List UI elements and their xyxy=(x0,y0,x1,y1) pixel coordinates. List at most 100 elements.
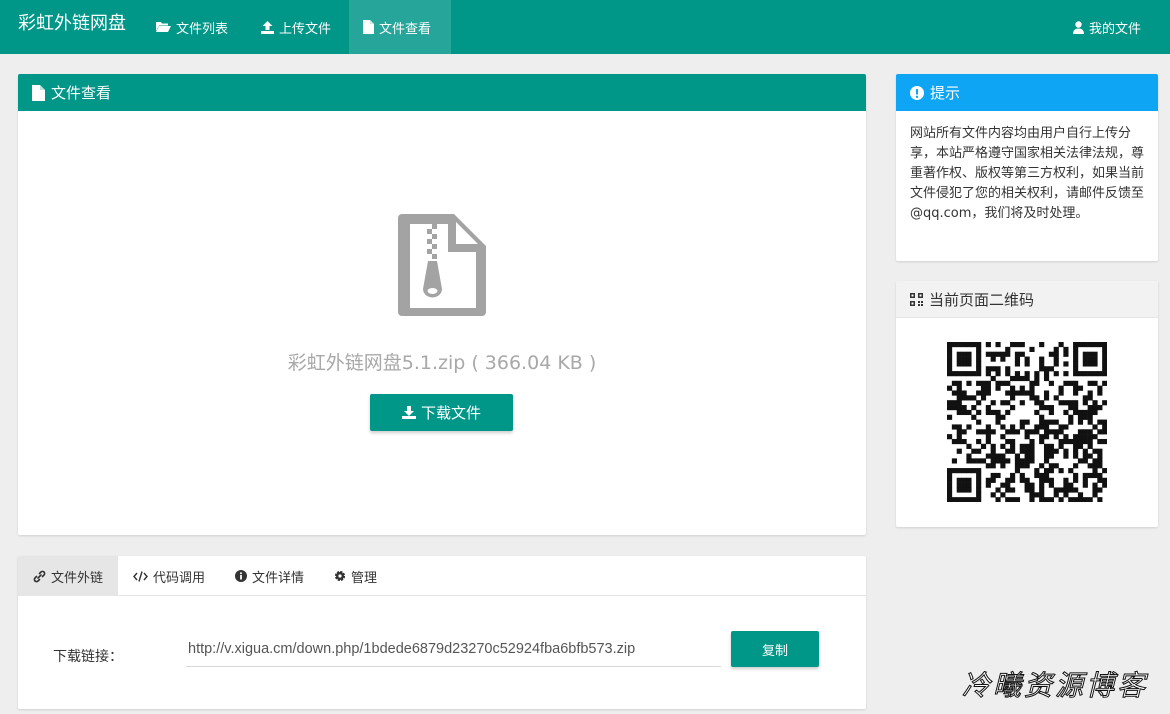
qr-module xyxy=(961,477,967,483)
nav-upload[interactable]: 上传文件 xyxy=(247,0,345,54)
qr-module xyxy=(966,453,972,459)
qr-module xyxy=(1010,375,1016,382)
qr-module xyxy=(1000,434,1006,440)
qr-module xyxy=(976,468,982,474)
qr-module xyxy=(1034,371,1040,377)
qr-module xyxy=(976,380,982,386)
qr-module xyxy=(961,351,967,357)
qr-module xyxy=(990,463,996,469)
download-button[interactable]: 下载文件 xyxy=(370,394,513,431)
tab-code-embed[interactable]: 代码调用 xyxy=(118,556,220,596)
qr-module xyxy=(1019,477,1025,483)
qr-module xyxy=(1082,361,1088,367)
qr-module xyxy=(1000,351,1006,357)
qr-module xyxy=(1048,405,1054,411)
qr-module xyxy=(1005,371,1011,377)
qr-module xyxy=(980,390,987,396)
file-viewer-panel: 文件查看 彩虹外链网盘5.1.zip ( 366.04 KB ) 下载文件 xyxy=(18,74,866,535)
download-link-input[interactable] xyxy=(186,632,721,667)
qr-module xyxy=(1010,497,1016,502)
qr-module xyxy=(1029,482,1035,488)
qr-module xyxy=(1073,453,1079,459)
qr-module xyxy=(1058,429,1064,435)
qr-module xyxy=(1039,424,1045,430)
nav-file-list[interactable]: 文件列表 xyxy=(142,0,242,54)
qr-module xyxy=(1048,468,1054,474)
download-icon xyxy=(401,406,416,419)
qr-module xyxy=(1102,351,1107,357)
copy-button[interactable]: 复制 xyxy=(731,631,819,667)
qr-module xyxy=(1024,448,1030,454)
tab-file-details[interactable]: 文件详情 xyxy=(220,556,319,596)
qr-module xyxy=(1048,366,1054,372)
qr-module xyxy=(995,380,1001,386)
qr-module xyxy=(1024,482,1030,488)
qr-module xyxy=(1039,463,1045,469)
qr-module xyxy=(1102,366,1107,372)
nav-upload-label: 上传文件 xyxy=(279,21,332,37)
qr-module xyxy=(1053,395,1059,401)
qr-module xyxy=(976,497,982,502)
qr-module xyxy=(1043,434,1050,440)
nav-file-view[interactable]: 文件查看 xyxy=(349,0,451,54)
qr-module xyxy=(976,390,982,396)
qr-module xyxy=(947,477,953,483)
qr-module xyxy=(947,400,953,406)
qr-module xyxy=(956,342,962,348)
qr-module xyxy=(947,405,953,411)
qr-module xyxy=(1039,356,1045,362)
qr-module xyxy=(1097,429,1103,435)
link-icon xyxy=(33,570,46,582)
qr-module xyxy=(1043,448,1050,454)
qr-module xyxy=(1082,472,1088,479)
qr-module xyxy=(1077,371,1084,377)
qr-module xyxy=(956,424,962,430)
brand-logo[interactable]: 彩虹外链网盘 xyxy=(18,12,126,36)
qr-module xyxy=(1039,405,1045,411)
zip-file-icon xyxy=(398,214,486,316)
qr-module xyxy=(1097,385,1103,391)
qr-module xyxy=(1010,472,1016,479)
qr-module xyxy=(1019,385,1025,391)
qr-module xyxy=(1048,380,1054,386)
qr-module xyxy=(1063,380,1069,386)
qr-module xyxy=(961,405,967,411)
qr-module xyxy=(1029,395,1035,401)
tab-file-link[interactable]: 文件外链 xyxy=(18,556,119,596)
qr-module xyxy=(976,472,982,479)
qr-module xyxy=(976,438,982,445)
qr-module xyxy=(1077,458,1084,464)
exclamation-circle-icon xyxy=(910,85,924,100)
qr-module xyxy=(990,492,996,498)
qr-module xyxy=(1087,405,1093,411)
tab-manage[interactable]: 管理 xyxy=(319,556,392,596)
qr-module xyxy=(1087,453,1093,459)
qr-module xyxy=(956,385,962,391)
nav-my-files[interactable]: 我的文件 xyxy=(1059,0,1155,54)
qr-module xyxy=(1087,356,1093,362)
tip-header: 提示 xyxy=(896,74,1158,111)
qr-module xyxy=(1092,342,1098,348)
qr-module xyxy=(985,463,991,469)
qr-module xyxy=(1043,419,1050,425)
qr-module xyxy=(985,434,991,440)
qr-module xyxy=(1039,400,1045,406)
qr-module xyxy=(976,400,982,406)
qr-module xyxy=(1048,448,1054,454)
qr-module xyxy=(1053,419,1059,425)
qr-module xyxy=(951,371,957,377)
qr-module xyxy=(1097,419,1103,425)
qr-module xyxy=(1053,448,1059,454)
qr-module xyxy=(1029,385,1035,391)
qr-module xyxy=(956,438,962,445)
qr-module xyxy=(966,487,972,493)
qr-module xyxy=(995,487,1001,493)
qr-module xyxy=(990,351,996,357)
qr-module xyxy=(1034,380,1040,386)
qr-module xyxy=(980,395,987,401)
qr-module xyxy=(1082,356,1088,362)
qr-module xyxy=(980,380,987,386)
qr-module xyxy=(1039,366,1045,372)
qr-module xyxy=(1024,458,1030,464)
qr-module xyxy=(1087,409,1093,416)
